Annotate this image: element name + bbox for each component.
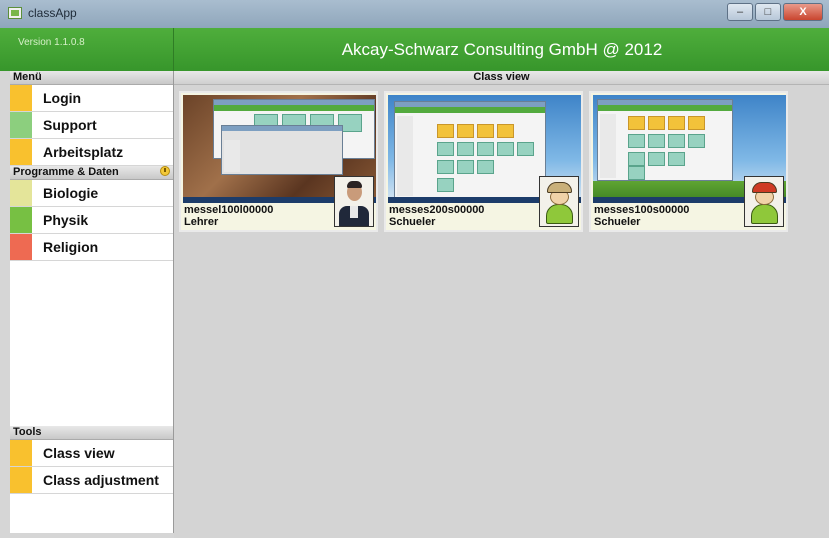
client-name: messes200s00000 xyxy=(389,204,485,216)
sidebar-item-physik[interactable]: Physik xyxy=(10,207,173,234)
client-card-teacher[interactable]: messel100l00000 Lehrer xyxy=(179,91,378,232)
color-swatch xyxy=(10,139,32,165)
sidebar-item-label: Login xyxy=(43,90,82,106)
main-panel: Class view messel100l00000 Lehrer messes… xyxy=(174,71,829,538)
app-header: Version 1.1.0.8 Akcay-Schwarz Consulting… xyxy=(0,28,829,71)
app-icon xyxy=(8,7,22,19)
title-bar[interactable]: classApp – □ X xyxy=(0,0,829,29)
close-button[interactable]: X xyxy=(783,3,823,21)
student-avatar-icon xyxy=(539,176,579,227)
sidebar-item-biologie[interactable]: Biologie xyxy=(10,180,173,207)
color-swatch xyxy=(10,112,32,138)
sidebar-item-label: Class view xyxy=(43,445,115,461)
header-divider xyxy=(173,28,174,71)
app-window: classApp – □ X Version 1.1.0.8 Akcay-Sch… xyxy=(0,0,829,538)
color-swatch xyxy=(10,234,32,260)
tools-section-header: Tools xyxy=(10,426,173,440)
client-name: messes100s00000 xyxy=(594,204,690,216)
programs-section-header: Programme & Daten xyxy=(10,166,173,180)
main-title: Class view xyxy=(174,71,829,85)
sidebar-item-login[interactable]: Login xyxy=(10,85,173,112)
sidebar-item-class-adjustment[interactable]: Class adjustment xyxy=(10,467,173,494)
sidebar-item-label: Class adjustment xyxy=(43,472,159,488)
sidebar-item-arbeitsplatz[interactable]: Arbeitsplatz xyxy=(10,139,173,166)
color-swatch xyxy=(10,440,32,466)
sidebar-item-religion[interactable]: Religion xyxy=(10,234,173,261)
client-card-student-2[interactable]: messes100s00000 Schueler xyxy=(589,91,788,232)
sidebar: Menü Login Support Arbeitsplatz Programm… xyxy=(10,71,174,533)
color-swatch xyxy=(10,180,32,206)
client-role: Lehrer xyxy=(184,216,219,228)
sidebar-item-label: Support xyxy=(43,117,97,133)
sidebar-empty-area xyxy=(10,261,173,426)
sidebar-item-label: Arbeitsplatz xyxy=(43,144,124,160)
client-card-student-1[interactable]: messes200s00000 Schueler xyxy=(384,91,583,232)
client-name: messel100l00000 xyxy=(184,204,274,216)
sidebar-item-label: Physik xyxy=(43,212,89,228)
sidebar-item-label: Biologie xyxy=(43,185,99,201)
teacher-photo xyxy=(334,176,374,227)
color-swatch xyxy=(10,207,32,233)
color-swatch xyxy=(10,467,32,493)
sidebar-item-label: Religion xyxy=(43,239,99,255)
window-title: classApp xyxy=(28,6,77,20)
company-title: Akcay-Schwarz Consulting GmbH @ 2012 xyxy=(341,40,663,59)
sidebar-item-class-view[interactable]: Class view xyxy=(10,440,173,467)
menu-section-header: Menü xyxy=(10,71,173,85)
student-avatar-icon xyxy=(744,176,784,227)
client-role: Schueler xyxy=(389,216,436,228)
sidebar-item-support[interactable]: Support xyxy=(10,112,173,139)
window-controls: – □ X xyxy=(727,3,823,21)
maximize-button[interactable]: □ xyxy=(755,3,781,21)
programs-header-label: Programme & Daten xyxy=(13,166,119,178)
version-label: Version 1.1.0.8 xyxy=(18,37,85,48)
clock-icon[interactable] xyxy=(160,166,170,176)
minimize-button[interactable]: – xyxy=(727,3,753,21)
color-swatch xyxy=(10,85,32,111)
client-role: Schueler xyxy=(594,216,641,228)
